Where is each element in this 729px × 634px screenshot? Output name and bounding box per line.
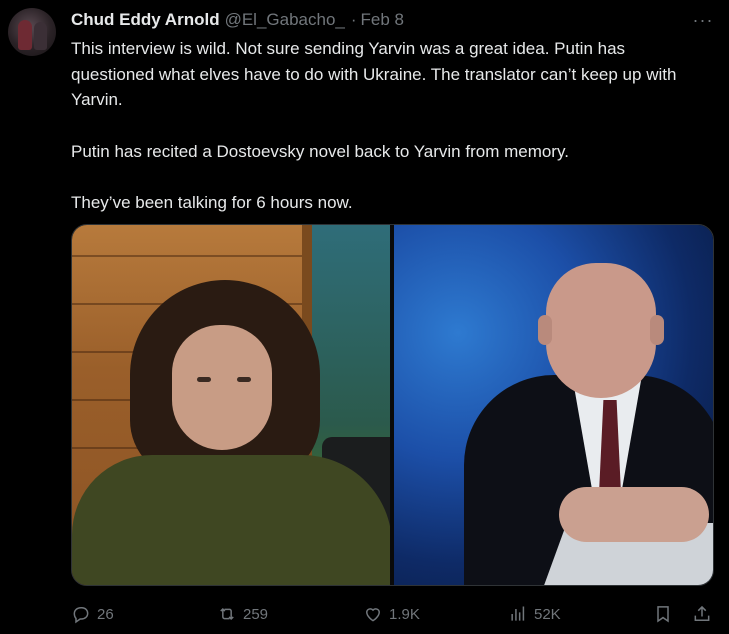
- author-display-name[interactable]: Chud Eddy Arnold: [71, 10, 220, 30]
- bookmark-icon: [657, 606, 669, 623]
- author-avatar[interactable]: [8, 8, 56, 56]
- tweet-paragraph-1: This interview is wild. Not sure sending…: [71, 39, 677, 109]
- views-button[interactable]: 52K: [508, 604, 561, 624]
- avatar-figure-left: [18, 20, 32, 50]
- views-icon: [511, 606, 525, 621]
- media-left-shirt: [72, 455, 392, 585]
- like-icon: [365, 608, 381, 622]
- bookmark-button[interactable]: [653, 604, 673, 624]
- media-right-panel: [394, 225, 713, 585]
- tweet-text: This interview is wild. Not sure sending…: [71, 36, 711, 216]
- tweet-header: Chud Eddy Arnold @El_Gabacho_ · Feb 8: [71, 8, 709, 32]
- tweet-actions: 26 259 1.9K 52K: [71, 598, 716, 630]
- views-count: 52K: [534, 605, 561, 623]
- media-left-panel: [72, 225, 392, 585]
- retweet-icon: [220, 607, 234, 621]
- retweet-count: 259: [243, 605, 269, 623]
- share-icon: [694, 605, 710, 621]
- reply-count: 26: [97, 605, 114, 623]
- reply-button[interactable]: 26: [71, 604, 114, 624]
- tweet-paragraph-3: They’ve been talking for 6 hours now.: [71, 193, 353, 212]
- avatar-figure-right: [34, 22, 47, 50]
- reply-icon: [73, 607, 89, 624]
- tweet-media-image[interactable]: [71, 224, 714, 586]
- like-count: 1.9K: [389, 605, 420, 623]
- tweet-paragraph-2: Putin has recited a Dostoevsky novel bac…: [71, 141, 569, 161]
- retweet-button[interactable]: 259: [217, 604, 268, 624]
- more-icon[interactable]: ···: [691, 10, 715, 30]
- author-handle[interactable]: @El_Gabacho_: [225, 10, 345, 30]
- tweet-date[interactable]: Feb 8: [361, 10, 404, 30]
- header-separator: ·: [350, 10, 357, 29]
- like-button[interactable]: 1.9K: [363, 604, 420, 624]
- share-button[interactable]: [692, 604, 712, 624]
